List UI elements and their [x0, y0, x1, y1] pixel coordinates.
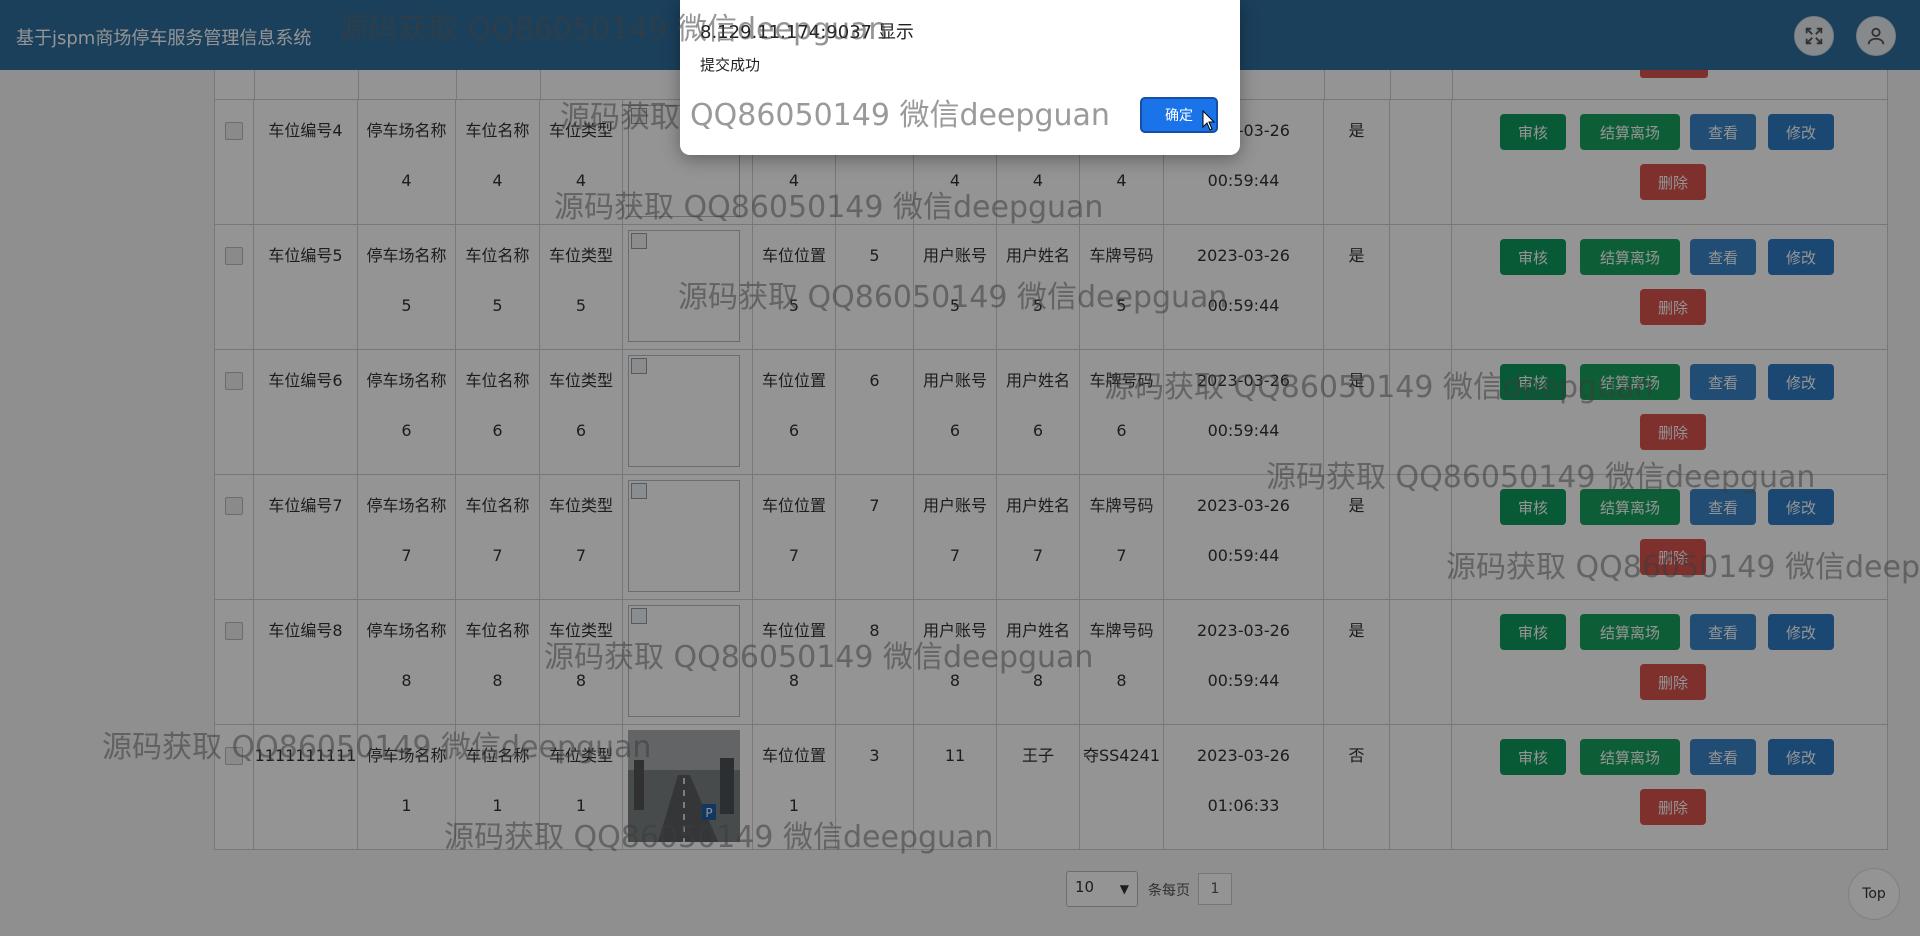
alert-dialog: 8.129.11.174:9037 显示 提交成功 确定	[680, 0, 1240, 155]
dialog-message: 提交成功	[700, 56, 761, 74]
mouse-cursor-icon	[1202, 110, 1216, 131]
dialog-origin: 8.129.11.174:9037 显示	[700, 22, 914, 43]
